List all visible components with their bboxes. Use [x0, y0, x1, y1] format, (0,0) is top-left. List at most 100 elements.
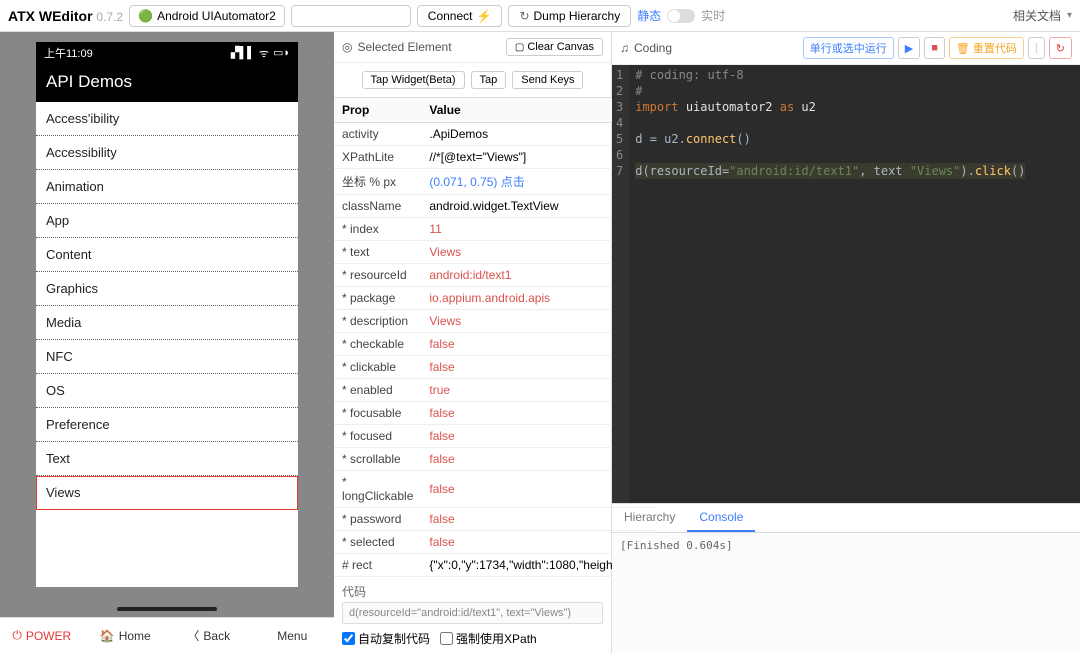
phone-screen[interactable]: 上午11:09 ▞▌▌ ᯤ ▭◗ API Demos Access'ibilit…	[36, 42, 298, 587]
c3d: u2	[794, 100, 816, 114]
run-selected-button[interactable]: 单行或选中运行	[803, 37, 894, 59]
run-button[interactable]: ▶	[898, 37, 920, 59]
props-table: Prop Value activity.ApiDemosXPathLite//*…	[334, 97, 656, 577]
autocopy-input[interactable]	[342, 632, 355, 645]
c3b: uiautomator2	[679, 100, 780, 114]
gesture-bar	[117, 607, 217, 611]
android-icon: 🟢	[138, 9, 153, 23]
status-icons: ▞▌▌ ᯤ ▭◗	[231, 46, 290, 61]
prop-key: * text	[334, 241, 421, 264]
prop-key: * selected	[334, 531, 421, 554]
trash-icon: 🗑	[956, 43, 970, 55]
device-hw-buttons: ⏻ POWER 🏠 Home 〈 Back Menu	[0, 617, 334, 653]
send-keys-button[interactable]: Send Keys	[512, 71, 583, 89]
code-l2: #	[635, 84, 642, 98]
reload-button[interactable]: ↻	[1049, 37, 1072, 59]
code-snippet[interactable]: d(resourceId="android:id/text1", text="V…	[342, 602, 603, 624]
selected-element-column: ◎ Selected Element ▢ Clear Canvas Tap Wi…	[334, 32, 612, 653]
tap-widget-button[interactable]: Tap Widget(Beta)	[362, 71, 465, 89]
device-input[interactable]	[291, 5, 411, 27]
selected-element-title: Selected Element	[357, 40, 451, 54]
list-item[interactable]: App	[36, 204, 298, 238]
chevron-down-icon[interactable]: ▾	[1067, 10, 1072, 21]
back-button[interactable]: 〈 Back	[167, 618, 251, 653]
stop-button[interactable]: ■	[924, 37, 945, 59]
table-row: * longClickablefalse	[334, 471, 656, 508]
platform-select[interactable]: 🟢 Android UIAutomator2	[129, 5, 285, 27]
back-icon: 〈	[187, 627, 199, 644]
tap-button[interactable]: Tap	[471, 71, 507, 89]
brand: ATX WEditor 0.7.2	[8, 8, 123, 24]
status-time: 上午11:09	[44, 45, 93, 61]
force-xpath-checkbox[interactable]: 强制使用XPath	[440, 630, 537, 647]
list-item[interactable]: Accessibility	[36, 136, 298, 170]
list-item[interactable]: Preference	[36, 408, 298, 442]
table-row: 坐标 % px(0.071, 0.75) 点击	[334, 169, 656, 195]
tab-console[interactable]: Console	[687, 504, 755, 532]
prop-key: * package	[334, 287, 421, 310]
prop-key: * resourceId	[334, 264, 421, 287]
list-item[interactable]: Views	[36, 476, 298, 510]
autocopy-checkbox[interactable]: 自动复制代码	[342, 630, 430, 647]
prop-key: * focused	[334, 425, 421, 448]
plug-icon: ⚡	[477, 9, 492, 23]
code-l1: # coding: utf-8	[635, 68, 743, 82]
prop-key: className	[334, 195, 421, 218]
console-output: [Finished 0.604s]	[612, 533, 1080, 653]
list-item[interactable]: Access'ibility	[36, 102, 298, 136]
table-row: * resourceIdandroid:id/text1	[334, 264, 656, 287]
target-icon: ◎	[342, 40, 352, 54]
mode-live-label: 实时	[701, 7, 725, 24]
list-item[interactable]: Media	[36, 306, 298, 340]
dump-hierarchy-button[interactable]: ↻ Dump Hierarchy	[508, 5, 631, 27]
c3c: as	[780, 100, 794, 114]
power-button[interactable]: ⏻ POWER	[0, 618, 84, 653]
prop-key: * description	[334, 310, 421, 333]
home-button[interactable]: 🏠 Home	[84, 618, 168, 653]
prop-key: activity	[334, 123, 421, 146]
device-mirror-column: 上午11:09 ▞▌▌ ᯤ ▭◗ API Demos Access'ibilit…	[0, 32, 334, 653]
app-title: API Demos	[36, 64, 298, 102]
app-list: Access'ibilityAccessibilityAnimationAppC…	[36, 102, 298, 587]
autocopy-label: 自动复制代码	[358, 630, 430, 647]
connect-button[interactable]: Connect ⚡	[417, 5, 503, 27]
code-editor[interactable]: 1234567 # coding: utf-8 # import uiautom…	[612, 65, 1080, 503]
code-lines[interactable]: # coding: utf-8 # import uiautomator2 as…	[629, 65, 1031, 503]
music-icon: ♫	[620, 41, 629, 55]
c7a: d(resourceId	[635, 164, 722, 178]
clear-canvas-button[interactable]: ▢ Clear Canvas	[506, 38, 603, 56]
prop-key: * longClickable	[334, 471, 421, 508]
table-row: * index11	[334, 218, 656, 241]
list-item[interactable]: Content	[36, 238, 298, 272]
signal-icon: ▞▌▌	[231, 46, 255, 61]
brand-version: 0.7.2	[96, 10, 123, 24]
force-xpath-input[interactable]	[440, 632, 453, 645]
prop-key: * focusable	[334, 402, 421, 425]
table-row: XPathLite//*[@text="Views"]	[334, 146, 656, 169]
prop-key: 坐标 % px	[334, 169, 421, 195]
mode-switch[interactable]	[667, 9, 695, 23]
list-item[interactable]: Text	[36, 442, 298, 476]
table-row: * focusedfalse	[334, 425, 656, 448]
docs-link[interactable]: 相关文档	[1013, 7, 1061, 24]
c5b: =	[650, 132, 664, 146]
menu-button[interactable]: Menu	[251, 618, 335, 653]
table-row: * enabledtrue	[334, 379, 656, 402]
list-item[interactable]: NFC	[36, 340, 298, 374]
home-icon: 🏠	[100, 629, 115, 643]
table-row: * packageio.appium.android.apis	[334, 287, 656, 310]
c7d: , text	[859, 164, 910, 178]
c7h: ()	[1011, 164, 1025, 178]
tab-hierarchy[interactable]: Hierarchy	[612, 504, 687, 532]
list-item[interactable]: OS	[36, 374, 298, 408]
list-item[interactable]: Animation	[36, 170, 298, 204]
power-label: POWER	[26, 629, 71, 643]
prop-key: * index	[334, 218, 421, 241]
trash-icon: ▢	[515, 42, 524, 53]
reset-code-button[interactable]: 🗑 重置代码	[949, 37, 1024, 59]
list-item[interactable]: Graphics	[36, 272, 298, 306]
col-prop: Prop	[334, 98, 421, 123]
brand-weditor: WEditor	[39, 8, 93, 24]
prop-key: * checkable	[334, 333, 421, 356]
table-row: # rect{"x":0,"y":1734,"width":1080,"heig…	[334, 554, 656, 577]
